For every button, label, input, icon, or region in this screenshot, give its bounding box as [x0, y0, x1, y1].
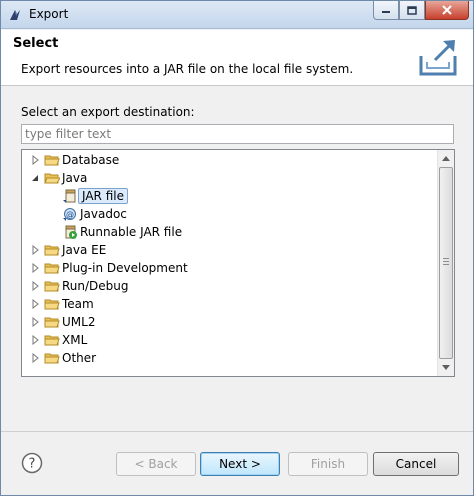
scroll-up-button[interactable] — [438, 150, 454, 167]
tree-item-database[interactable]: Database — [30, 151, 121, 169]
folder-icon — [44, 281, 60, 292]
tree-item-label: Run/Debug — [62, 279, 129, 293]
eclipse-app-icon — [10, 10, 20, 20]
folder-icon — [44, 335, 60, 346]
finish-button[interactable]: Finish — [288, 452, 368, 476]
expand-arrow-icon[interactable] — [30, 353, 40, 363]
tree-item-other[interactable]: Other — [30, 349, 98, 367]
tree-item-team[interactable]: Team — [30, 295, 96, 313]
scroll-grip — [443, 261, 449, 262]
expand-arrow-icon[interactable] — [30, 299, 40, 309]
tree-item-jar-file[interactable]: JAR file — [62, 187, 128, 205]
scroll-grip — [443, 258, 449, 259]
tree-item-label: Java — [62, 171, 88, 185]
destination-tree: Database Java JAR file @ Javadoc Runnabl… — [21, 149, 455, 377]
tree-vertical-scrollbar[interactable] — [437, 150, 454, 376]
tree-item-javadoc[interactable]: @ Javadoc — [62, 205, 129, 223]
export-dialog: Export Select Export resources into a JA… — [0, 0, 474, 496]
scroll-down-arrow-icon — [442, 365, 450, 370]
page-description: Export resources into a JAR file on the … — [21, 62, 354, 76]
page-title: Select — [13, 36, 59, 51]
help-icon[interactable]: ? — [21, 452, 43, 474]
expand-arrow-icon[interactable] — [30, 245, 40, 255]
runnable-jar-icon — [65, 225, 77, 239]
collapse-arrow-icon[interactable] — [30, 173, 40, 183]
close-button[interactable] — [425, 1, 469, 20]
destination-label: Select an export destination: — [21, 105, 195, 119]
scroll-thumb[interactable] — [439, 167, 453, 359]
tree-item-run-debug[interactable]: Run/Debug — [30, 277, 131, 295]
folder-icon — [44, 155, 60, 166]
folder-icon — [44, 263, 60, 274]
folder-icon — [44, 245, 60, 256]
tree-item-uml2[interactable]: UML2 — [30, 313, 97, 331]
maximize-button[interactable] — [399, 1, 425, 20]
scroll-up-arrow-icon — [442, 156, 450, 161]
minimize-button[interactable] — [373, 1, 399, 20]
tree-item-java[interactable]: Java — [30, 169, 89, 187]
close-icon — [442, 5, 452, 15]
wizard-header: Select Export resources into a JAR file … — [1, 30, 473, 86]
tree-item-label: JAR file — [78, 188, 128, 204]
javadoc-icon: @ — [63, 208, 76, 221]
tree-item-xml[interactable]: XML — [30, 331, 89, 349]
svg-text:?: ? — [29, 457, 36, 472]
tree-item-plug-in-development[interactable]: Plug-in Development — [30, 259, 190, 277]
tree-item-label: UML2 — [62, 315, 96, 329]
next-button[interactable]: Next > — [200, 452, 280, 476]
expand-arrow-icon[interactable] — [30, 155, 40, 165]
tree-item-label: Database — [62, 153, 120, 167]
footer-separator — [1, 431, 473, 432]
tree-item-label: Other — [62, 351, 97, 365]
folder-icon — [44, 353, 60, 364]
export-wizard-icon — [419, 40, 457, 76]
scroll-down-button[interactable] — [438, 359, 454, 376]
minimize-icon — [382, 11, 390, 13]
cancel-button[interactable]: Cancel — [373, 452, 459, 476]
jar-file-icon — [63, 189, 76, 203]
filter-input[interactable] — [21, 124, 454, 144]
window-controls — [373, 1, 469, 20]
scroll-grip — [443, 264, 449, 265]
tree-item-label: Java EE — [62, 243, 107, 257]
svg-text:@: @ — [66, 210, 74, 219]
folder-icon — [44, 299, 60, 310]
tree-item-label: Runnable JAR file — [80, 225, 183, 239]
tree-item-label: Team — [62, 297, 94, 311]
folder-icon — [44, 317, 60, 328]
tree-item-label: Javadoc — [80, 207, 127, 221]
title-bar[interactable]: Export — [1, 1, 473, 29]
expand-arrow-icon[interactable] — [30, 335, 40, 345]
expand-arrow-icon[interactable] — [30, 317, 40, 327]
expand-arrow-icon[interactable] — [30, 263, 40, 273]
maximize-icon — [407, 5, 417, 15]
back-button[interactable]: < Back — [116, 452, 196, 476]
tree-item-label: XML — [62, 333, 88, 347]
expand-arrow-icon[interactable] — [30, 281, 40, 291]
tree-item-label: Plug-in Development — [62, 261, 188, 275]
tree-item-runnable-jar-file[interactable]: Runnable JAR file — [62, 223, 184, 241]
tree-item-java-ee[interactable]: Java EE — [30, 241, 108, 259]
window-title: Export — [29, 7, 69, 21]
folder-open-icon — [44, 173, 60, 184]
